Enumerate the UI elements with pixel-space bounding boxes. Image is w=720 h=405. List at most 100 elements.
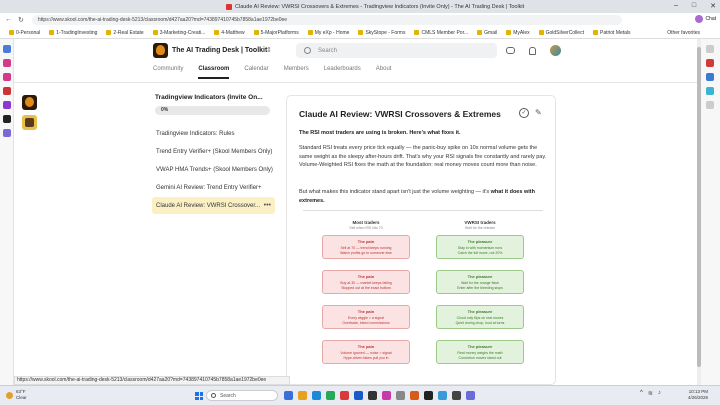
scrollbar-thumb[interactable] [697,47,701,367]
site-icon [358,30,364,35]
bookmark[interactable]: CMLS Member Por... [414,30,468,36]
bookmark[interactable]: 4-Matthew [214,30,245,36]
tab-leaderboards[interactable]: Leaderboards [324,66,361,72]
taskbar-clock[interactable]: 10:13 PM 4/26/2026 [688,389,708,401]
search-input[interactable]: Search [296,43,497,58]
right-column-title: VWRSI traders [464,220,496,225]
taskbar-search[interactable]: Search [206,390,278,401]
taskbar-app-icon[interactable] [354,391,363,400]
edit-icon[interactable]: ✎ [535,108,542,117]
browser-tab[interactable]: Claude AI Review: VWRSI Crossovers & Ext… [226,3,524,10]
lesson-content-card: Claude AI Review: VWRSI Crossovers & Ext… [286,95,556,385]
taskbar-app-icon[interactable] [438,391,447,400]
browser-window: Claude AI Review: VWRSI Crossovers & Ext… [0,0,720,405]
back-icon[interactable]: ← [5,16,12,24]
bookmark[interactable]: Gmail [477,30,497,36]
tab-community[interactable]: Community [153,66,183,72]
sidebar-app-icon[interactable] [3,59,11,67]
maximize-icon[interactable]: □ [692,2,696,10]
taskbar-app-icon[interactable] [466,391,475,400]
windows-start-icon[interactable] [195,392,203,400]
app-icon[interactable] [706,87,714,95]
folder-icon [253,30,259,35]
taskbar-app-icon[interactable] [424,391,433,400]
taskbar-app-icon[interactable] [452,391,461,400]
taskbar-app-icon[interactable] [284,391,293,400]
bookmark[interactable]: 5-MajorPlatforms [253,30,299,36]
lead-paragraph: The RSI most traders are using is broken… [299,130,461,136]
tab-classroom[interactable]: Classroom [198,66,230,79]
sidebar-app-icon[interactable] [3,73,11,81]
app-icon[interactable] [706,59,714,67]
folder-icon [106,30,112,35]
wifi-icon[interactable]: ≋ [648,390,653,397]
bookmark[interactable]: GoldSilverCollect [538,30,584,36]
url-field[interactable]: https://www.skool.com/the-ai-trading-des… [31,15,622,25]
bookmark[interactable]: My eXp - Home [307,30,349,36]
taskbar-apps [284,391,475,400]
group-logo[interactable] [153,43,168,58]
mark-complete-icon[interactable]: ✓ [519,108,529,118]
folder-icon [9,30,14,35]
weather-icon [6,391,13,399]
sidebar-app-icon[interactable] [3,87,11,95]
bookmark[interactable]: 0-Personal [9,30,40,36]
chevron-up-icon[interactable]: ^ [640,390,643,397]
taskbar-app-icon[interactable] [326,391,335,400]
weather-widget[interactable]: 63°F Clear [6,389,27,401]
plus-icon[interactable] [706,101,714,109]
taskbar-app-icon[interactable] [410,391,419,400]
user-avatar[interactable] [550,45,561,56]
tab-about[interactable]: About [376,66,392,72]
close-icon[interactable]: ✕ [710,2,716,10]
taskbar-app-icon[interactable] [298,391,307,400]
left-column-title: Most traders [352,220,380,225]
chevron-updown-icon[interactable]: ⇕ [266,46,272,54]
community-switcher-item[interactable] [22,115,37,130]
lesson-item[interactable]: VWAP HMA Trends+ (Skool Members Only) [152,161,275,178]
app-icon[interactable] [706,73,714,81]
bookmark[interactable]: 1-TradingInvesting [49,30,97,36]
group-title[interactable]: The AI Trading Desk | Toolkit [172,47,267,54]
taskbar-app-icon[interactable] [312,391,321,400]
bookmark[interactable]: Patriot Metals [592,30,631,36]
lesson-item[interactable]: Gemini AI Review: Trend Entry Verifier+ [152,179,275,196]
taskbar-app-icon[interactable] [382,391,391,400]
bell-icon[interactable] [529,46,536,55]
site-icon [506,30,512,35]
chat-icon[interactable] [506,47,515,54]
more-options-icon[interactable]: ••• [264,202,271,209]
sidebar-app-icon[interactable] [3,129,11,137]
bookmark[interactable]: 3-Marketing-Creati... [152,30,205,36]
sidebar-app-icon[interactable] [3,45,11,53]
lesson-item[interactable]: Trend Entry Verifier+ (Skool Members Onl… [152,143,275,160]
community-switcher-item[interactable] [22,95,37,110]
lesson-label: Claude AI Review: VWRSI Crossover... [156,202,261,209]
tab-calendar[interactable]: Calendar [244,66,268,72]
lesson-item-selected[interactable]: Claude AI Review: VWRSI Crossover... ••• [152,197,275,214]
bookmark[interactable]: SkyStope - Forms [358,30,405,36]
folder-icon [152,30,158,35]
taskbar-app-icon[interactable] [340,391,349,400]
tab-members[interactable]: Members [284,66,309,72]
taskbar-app-icon[interactable] [368,391,377,400]
minimize-icon[interactable]: – [674,2,678,10]
search-icon[interactable] [706,45,714,53]
folder-icon [49,30,55,35]
address-bar: ← ↻ https://www.skool.com/the-ai-trading… [0,13,720,27]
taskbar-app-icon[interactable] [396,391,405,400]
sidebar-app-icon[interactable] [3,115,11,123]
edge-sidebar [698,39,720,385]
volume-icon[interactable]: ♪ [658,390,661,397]
bookmark[interactable]: 2-Real Estate [106,30,144,36]
page-scrollbar[interactable] [697,39,701,385]
lesson-item[interactable]: Tradingview Indicators: Rules [152,125,275,142]
site-icon [307,30,313,35]
other-favorites[interactable]: Other favorites [667,30,700,36]
refresh-icon[interactable]: ↻ [18,16,24,24]
sidebar-app-icon[interactable] [3,101,11,109]
pain-box: The pain Volume ignored — noise = signal H… [322,340,410,364]
profile-button[interactable]: Chat [695,15,716,23]
bookmark[interactable]: MyAlex [506,30,530,36]
group-nav: Community Classroom Calendar Members Lea… [153,66,392,79]
